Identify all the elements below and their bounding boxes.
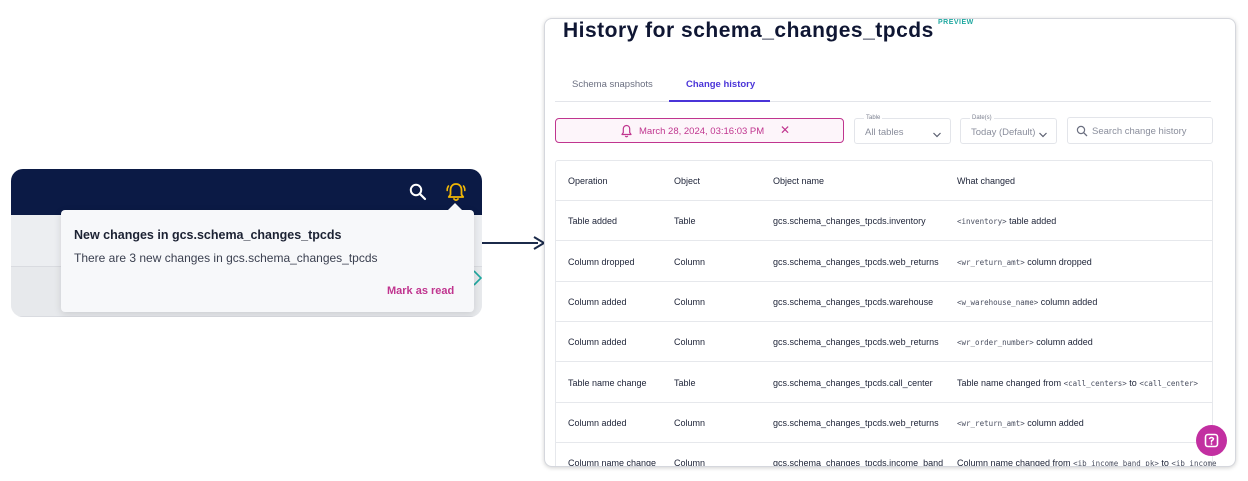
change-text: column dropped [1024,257,1092,267]
change-text: Table name changed from [957,378,1064,388]
top-nav-bar [11,169,482,215]
table-row[interactable]: Column dropped Column gcs.schema_changes_t… [556,242,1212,282]
table-row[interactable]: Column name change Column gcs.schema_chang… [556,443,1217,467]
operation-cell: Table name change [568,378,647,388]
object-cell: Table [674,378,696,388]
object-name-cell: gcs.schema_changes_tpcds.call_center [773,378,933,388]
change-history-table: Operation Object Object name What change… [555,160,1217,467]
operation-cell: Column added [568,337,627,347]
table-filter-select[interactable]: Table All tables [854,115,951,144]
operation-cell: Column dropped [568,257,635,267]
close-icon[interactable]: ✕ [780,124,790,136]
what-changed-cell: <inventory> table added [957,216,1056,226]
tab-change-history[interactable]: Change history [686,79,755,90]
table-row[interactable]: Column added Column gcs.schema_changes_tpc… [556,322,1212,362]
search-icon[interactable] [408,182,428,202]
object-name-cell: gcs.schema_changes_tpcds.web_returns [773,418,939,428]
code-identifier: <call_centers> [1063,379,1127,388]
mark-as-read-link[interactable]: Mark as read [387,285,454,297]
code-identifier: <w_warehouse_name> [957,298,1039,307]
search-icon [1076,124,1088,137]
date-filter-chip[interactable]: March 28, 2024, 03:16:03 PM ✕ [555,118,844,143]
what-changed-cell: <w_warehouse_name> column added [957,297,1097,307]
connector-arrow-icon [482,236,546,250]
table-row[interactable]: Column added Column gcs.schema_changes_tpc… [556,403,1212,443]
what-changed-cell: <wr_order_number> column added [957,337,1093,347]
bell-icon[interactable] [444,180,468,204]
date-filter-select[interactable]: Date(s) Today (Default) [960,115,1057,144]
column-header-object-name[interactable]: Object name [773,176,824,186]
date-filter-value: Today (Default) [971,127,1036,138]
date-chip-label: March 28, 2024, 03:16:03 PM [639,126,765,137]
search-input[interactable] [1092,122,1210,140]
table-filter-label: Table [864,115,883,121]
table-filter-value: All tables [865,127,904,138]
notification-body: There are 3 new changes in gcs.schema_ch… [74,251,378,265]
what-changed-cell: Column name changed from <ib_income_band… [957,458,1217,467]
chevron-down-icon [932,127,942,138]
date-filter-label: Date(s) [970,115,994,121]
code-identifier: <wr_return_amt> [957,419,1025,428]
page-title: History for schema_changes_tpcds [563,19,934,42]
chevron-down-icon [1038,127,1048,138]
object-name-cell: gcs.schema_changes_tpcds.warehouse [773,297,934,307]
search-box[interactable] [1067,117,1213,144]
object-cell: Column [674,458,706,467]
object-name-cell: gcs.schema_changes_tpcds.web_returns [773,257,939,267]
notification-popover: New changes in gcs.schema_changes_tpcds … [61,203,474,312]
change-text: column added [1038,297,1098,307]
operation-cell: Column name change [568,458,657,467]
help-icon [1204,433,1219,448]
code-identifier: <wr_order_number> [957,338,1034,347]
change-text: to [1158,458,1172,467]
column-header-what-changed[interactable]: What changed [957,176,1015,186]
table-row[interactable]: Table added Table gcs.schema_changes_tpcds… [556,201,1212,241]
object-cell: Table [674,216,696,226]
table-row[interactable]: Column added Column gcs.schema_changes_tpc… [556,282,1212,322]
bell-icon [620,124,633,138]
object-cell: Column [674,257,706,267]
object-name-cell: gcs.schema_changes_tpcds.web_returns [773,337,939,347]
column-header-operation[interactable]: Operation [568,176,608,186]
operation-cell: Column added [568,297,627,307]
code-identifier: <inventory> [957,217,1007,226]
app-window-notification: New changes in gcs.schema_changes_tpcds … [11,169,482,317]
object-cell: Column [674,418,706,428]
object-name-cell: gcs.schema_changes_tpcds.inventory [773,216,926,226]
popover-arrow [447,203,463,211]
preview-badge: PREVIEW [938,19,974,26]
change-text: column added [1024,418,1084,428]
operation-cell: Table added [568,216,618,226]
what-changed-cell: Table name changed from <call_centers> t… [957,378,1198,388]
code-identifier: <call_center> [1139,379,1199,388]
table-row[interactable]: Table name change Table gcs.schema_changes… [556,363,1212,403]
change-text: to [1126,378,1140,388]
object-cell: Column [674,297,706,307]
what-changed-cell: <wr_return_amt> column dropped [957,257,1092,267]
notification-title: New changes in gcs.schema_changes_tpcds [74,228,342,242]
operation-cell: Column added [568,418,627,428]
active-tab-indicator [669,100,770,102]
column-header-object[interactable]: Object [674,176,700,186]
history-panel: History for schema_changes_tpcds PREVIEW… [544,18,1236,467]
code-identifier: <ib_income [1171,459,1217,467]
code-identifier: <wr_return_amt> [957,258,1025,267]
code-identifier: <ib_income_band_pk> [1073,459,1159,467]
table-header-row: Operation Object Object name What change… [556,161,1212,201]
tab-bar: Schema snapshots Change history [555,69,1211,102]
change-text: column added [1033,337,1093,347]
what-changed-cell: <wr_return_amt> column added [957,418,1084,428]
help-button[interactable] [1196,425,1227,456]
object-cell: Column [674,337,706,347]
tab-schema-snapshots[interactable]: Schema snapshots [572,79,653,90]
object-name-cell: gcs.schema_changes_tpcds.income_band [773,458,944,467]
change-text: table added [1006,216,1057,226]
change-text: Column name changed from [957,458,1074,467]
